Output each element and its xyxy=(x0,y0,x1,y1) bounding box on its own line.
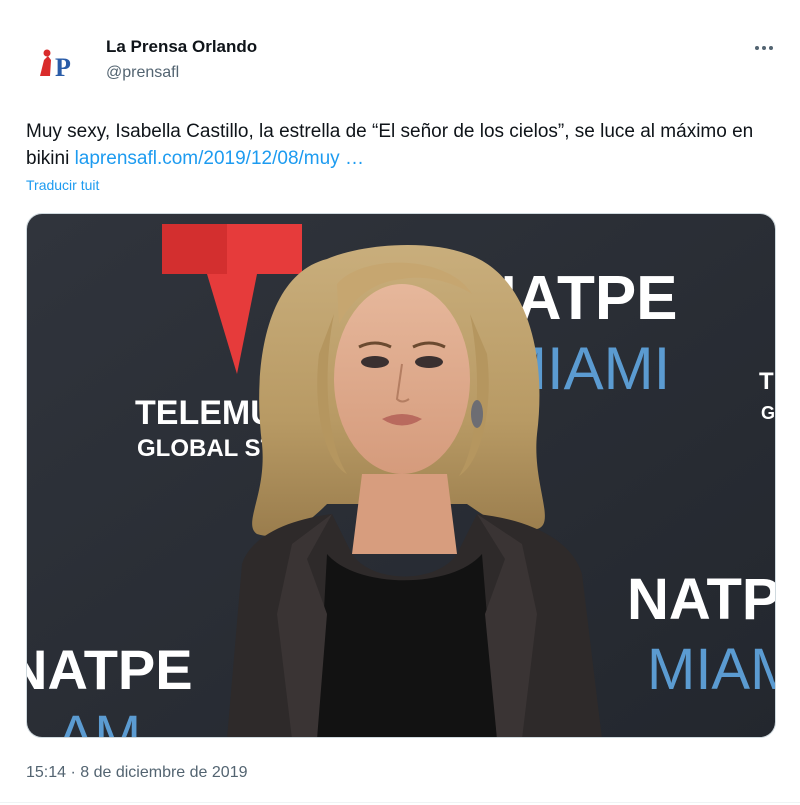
more-horizontal-icon xyxy=(754,46,775,50)
backdrop-text-miami-bottom-left: AM xyxy=(57,703,141,738)
backdrop-text-edge-t: T xyxy=(759,368,774,395)
avatar-letter: P xyxy=(55,53,71,82)
backdrop-text-edge-g: G xyxy=(761,403,775,423)
tweet-card[interactable]: P La Prensa Orlando @prensafl Muy sexy, … xyxy=(0,0,800,805)
author-avatar[interactable]: P xyxy=(28,38,84,94)
photo-image: TELEMUNI GLOBAL STUD NATPE MIAMI T G NAT… xyxy=(27,214,776,738)
tweet-photo[interactable]: TELEMUNI GLOBAL STUD NATPE MIAMI T G NAT… xyxy=(26,213,776,738)
divider xyxy=(0,802,800,803)
author-handle[interactable]: @prensafl xyxy=(106,64,179,82)
more-button[interactable] xyxy=(746,34,782,62)
author-display-name[interactable]: La Prensa Orlando xyxy=(106,37,257,57)
tweet-text: Muy sexy, Isabella Castillo, la estrella… xyxy=(26,118,776,172)
person-top xyxy=(317,554,497,737)
backdrop-text-natpe-bottom-left: NATPE xyxy=(27,638,193,701)
translate-tweet-link[interactable]: Traducir tuit xyxy=(26,177,99,193)
backdrop-text-miami-bottom-right: MIAM xyxy=(647,637,776,702)
tweet-timestamp[interactable]: 15:14 · 8 de diciembre de 2019 xyxy=(26,764,247,782)
la-prensa-logo-icon: P xyxy=(28,38,84,94)
tweet-link[interactable]: laprensafl.com/2019/12/08/muy … xyxy=(75,148,364,169)
backdrop-text-natpe-bottom-right: NATPE xyxy=(627,567,776,632)
person-face xyxy=(334,284,470,474)
